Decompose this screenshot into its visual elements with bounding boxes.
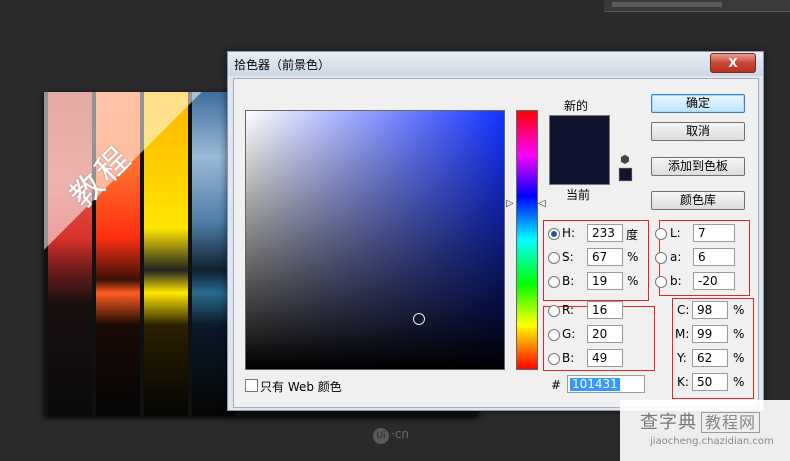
y-input[interactable] [692, 349, 728, 367]
lab-b-input[interactable] [693, 272, 735, 290]
cancel-button[interactable]: 取消 [651, 122, 745, 141]
r-radio[interactable] [548, 305, 560, 317]
dialog-content: ▷ ◁ 新的 当前 ⬢ 确定 取消 添加到色板 颜色库 H: 度 S: % B:… [233, 78, 759, 408]
hue-slider-left-arrow-icon[interactable]: ▷ [506, 198, 514, 209]
s-unit: % [627, 250, 639, 264]
r-label: R: [562, 303, 575, 317]
hex-hash-label: # [551, 378, 562, 392]
l-radio[interactable] [655, 228, 667, 240]
hsb-b-input[interactable] [587, 272, 623, 290]
m-label: M: [675, 327, 690, 341]
dialog-title: 拾色器（前景色） [234, 58, 331, 72]
h-input[interactable] [587, 224, 623, 242]
site-name: 查字典 [640, 412, 697, 433]
rgb-b-input[interactable] [587, 349, 623, 367]
lab-b-radio[interactable] [655, 276, 667, 288]
current-color-label: 当前 [566, 188, 591, 202]
m-input[interactable] [692, 325, 728, 343]
h-unit: 度 [626, 228, 639, 242]
ui-logo-icon: Ui [373, 428, 389, 444]
out-of-gamut-cube-icon[interactable]: ⬢ [620, 153, 630, 166]
new-color-label: 新的 [564, 99, 589, 113]
k-input[interactable] [692, 373, 728, 391]
toolbar-slider [612, 2, 722, 7]
title-bar: 拾色器（前景色） X [228, 52, 763, 76]
m-unit: % [733, 327, 745, 341]
h-label: H: [562, 226, 576, 240]
close-button[interactable]: X [710, 53, 756, 73]
lab-b-label: b: [670, 274, 682, 288]
h-radio[interactable] [548, 228, 560, 240]
c-label: C: [677, 303, 690, 317]
color-libraries-button[interactable]: 颜色库 [651, 191, 745, 210]
hue-slider-right-arrow-icon[interactable]: ◁ [538, 198, 546, 209]
web-colors-label: 只有 Web 颜色 [260, 380, 342, 394]
site-url: jiaocheng.chazidian.com [650, 436, 774, 447]
diagonal-overlay [44, 92, 244, 416]
hsb-b-unit: % [627, 274, 639, 288]
site-watermark: 查字典 教程网 jiaocheng.chazidian.com [620, 400, 790, 461]
c-unit: % [733, 303, 745, 317]
l-input[interactable] [693, 224, 735, 242]
new-current-color-swatch [549, 115, 610, 185]
hex-value: 101431 [570, 377, 620, 391]
hsb-b-label: B: [562, 274, 575, 288]
web-colors-checkbox[interactable] [245, 379, 258, 392]
s-radio[interactable] [548, 252, 560, 264]
g-radio[interactable] [548, 329, 560, 341]
watermark-text: ·cn [391, 427, 410, 441]
rgb-b-radio[interactable] [548, 353, 560, 365]
ui-cn-watermark: Ui ·cn [373, 427, 409, 444]
web-safe-swatch[interactable] [619, 168, 632, 181]
c-input[interactable] [692, 301, 728, 319]
rgb-b-label: B: [562, 351, 575, 365]
l-label: L: [670, 226, 681, 240]
site-tag: 教程网 [701, 412, 761, 433]
color-picker-dialog: 拾色器（前景色） X ▷ ◁ 新的 当前 ⬢ 确定 取消 添加到色板 颜色库 H… [227, 51, 764, 411]
k-label: K: [677, 375, 689, 389]
add-to-swatches-button[interactable]: 添加到色板 [651, 157, 745, 176]
s-input[interactable] [587, 248, 623, 266]
g-input[interactable] [587, 325, 623, 343]
hex-input[interactable]: 101431 [567, 375, 645, 393]
a-label: a: [670, 250, 682, 264]
site-name-row: 查字典 教程网 [640, 408, 761, 434]
a-radio[interactable] [655, 252, 667, 264]
y-unit: % [733, 351, 745, 365]
s-label: S: [562, 250, 574, 264]
color-field[interactable] [245, 110, 505, 370]
r-input[interactable] [587, 301, 623, 319]
hsb-b-radio[interactable] [548, 276, 560, 288]
hue-slider[interactable] [516, 110, 538, 370]
ok-button[interactable]: 确定 [651, 94, 745, 113]
color-cursor[interactable] [413, 313, 425, 325]
a-input[interactable] [693, 248, 735, 266]
g-label: G: [562, 327, 576, 341]
k-unit: % [733, 375, 745, 389]
y-label: Y: [677, 351, 687, 365]
